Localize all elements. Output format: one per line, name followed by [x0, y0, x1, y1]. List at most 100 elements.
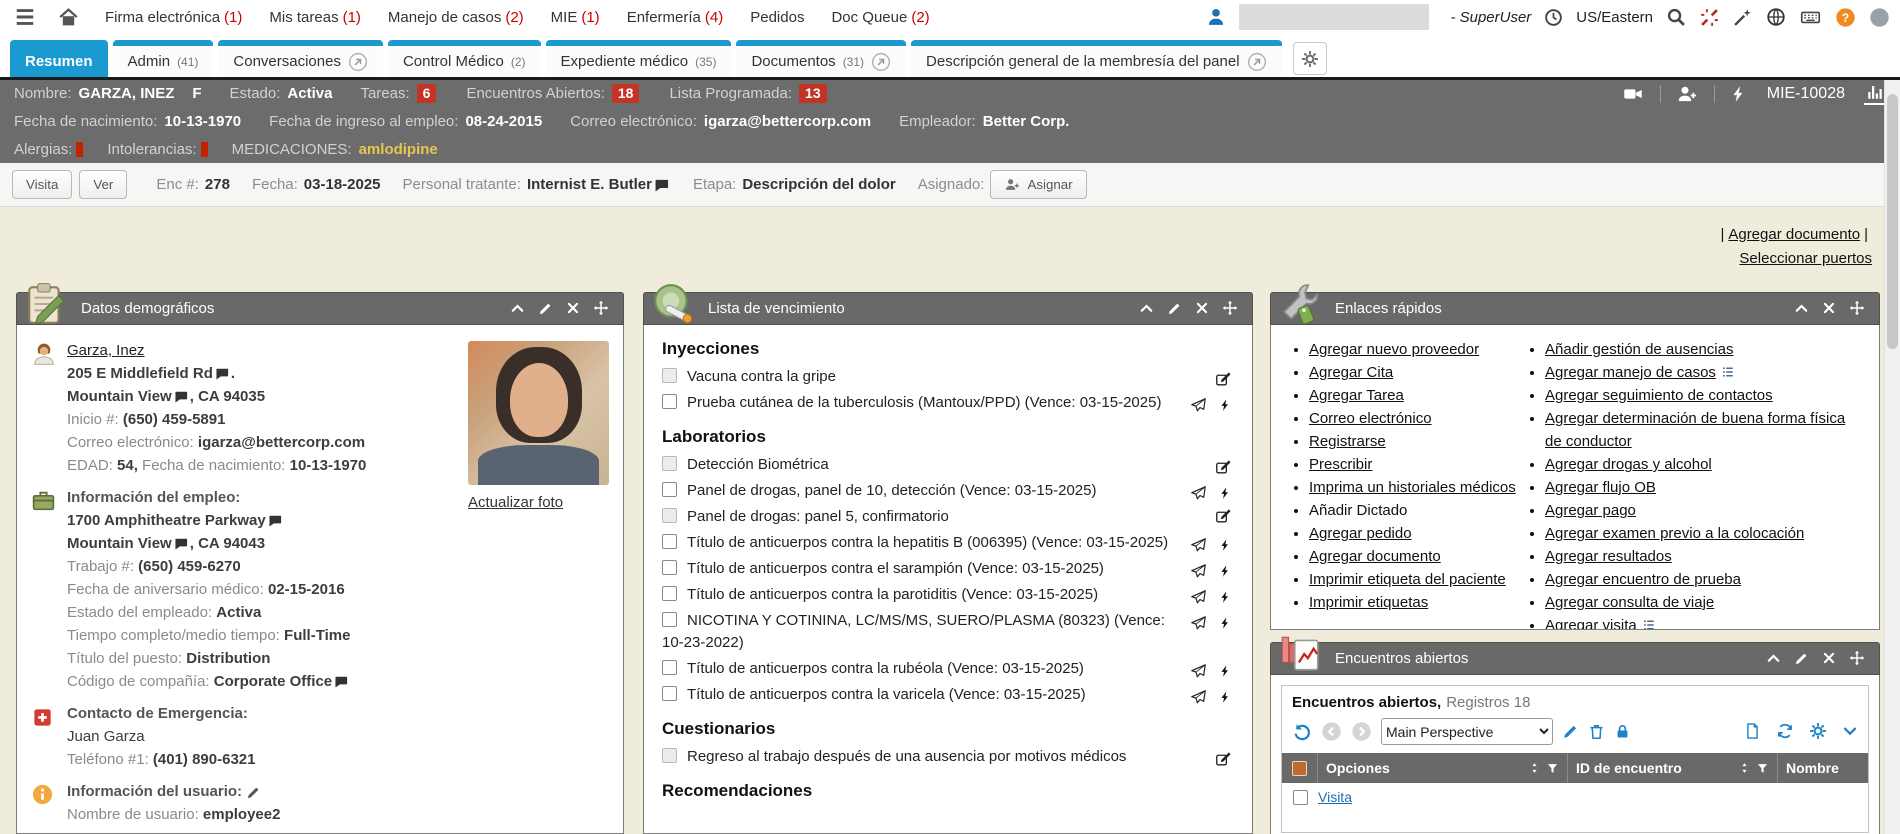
work-city-comment-bubble-icon[interactable] [174, 535, 188, 552]
link-agregar-documento[interactable]: Agregar documento [1309, 548, 1441, 565]
item-checkbox[interactable] [662, 586, 677, 601]
tab-control-medico[interactable]: Control Médico(2) [388, 40, 541, 77]
menu-pedidos[interactable]: Pedidos [750, 9, 804, 26]
link-agregar-pedido[interactable]: Agregar pedido [1309, 525, 1412, 542]
tareas-badge[interactable]: 6 [417, 84, 437, 103]
tab-admin[interactable]: Admin(41) [113, 40, 214, 77]
agregar-documento-link[interactable]: Agregar documento [1728, 226, 1860, 243]
grid-settings-gear-icon[interactable] [1809, 722, 1827, 740]
link-agregar-flujo-ob[interactable]: Agregar flujo OB [1545, 479, 1656, 496]
send-order-icon[interactable] [1190, 560, 1207, 582]
send-order-icon[interactable] [1190, 686, 1207, 708]
send-order-icon[interactable] [1190, 394, 1207, 416]
compose-order-icon[interactable] [1215, 748, 1232, 770]
external-link-icon[interactable] [1247, 52, 1267, 72]
link-agregar-tarea[interactable]: Agregar Tarea [1309, 387, 1404, 404]
link-imprimir-etiqueta-paciente[interactable]: Imprimir etiqueta del paciente [1309, 571, 1506, 588]
move-panel-icon[interactable] [593, 300, 609, 318]
provider-comment-bubble-icon[interactable] [654, 176, 669, 193]
wand-icon[interactable] [1733, 7, 1753, 27]
clock-icon[interactable] [1544, 8, 1563, 27]
row-visita-link[interactable]: Visita [1318, 789, 1352, 805]
refresh-icon[interactable] [1776, 722, 1794, 740]
filter-funnel-icon[interactable] [1546, 762, 1559, 775]
encuentros-abiertos-badge[interactable]: 18 [612, 84, 640, 103]
video-camera-icon[interactable] [1621, 84, 1645, 104]
vertical-scrollbar[interactable] [1884, 80, 1900, 834]
delete-perspective-icon[interactable] [1588, 723, 1605, 741]
help-icon[interactable] [1835, 7, 1856, 28]
edit-panel-icon[interactable] [1167, 300, 1182, 318]
menu-enfermeria[interactable]: Enfermería(4) [627, 9, 724, 26]
ver-button[interactable]: Ver [79, 170, 127, 199]
sort-icon[interactable] [1738, 761, 1751, 775]
external-link-icon[interactable] [871, 52, 891, 72]
home-icon[interactable] [58, 7, 79, 28]
intolerancias-alert-flag[interactable] [201, 142, 208, 157]
city-comment-bubble-icon[interactable] [174, 388, 188, 405]
lista-programada-badge[interactable]: 13 [799, 84, 827, 103]
link-agregar-resultados[interactable]: Agregar resultados [1545, 548, 1672, 565]
link-agregar-determinacion-conductor[interactable]: Agregar determinación de buena forma fís… [1545, 410, 1845, 450]
broken-link-icon[interactable] [1699, 7, 1720, 28]
link-correo-electronico[interactable]: Correo electrónico [1309, 410, 1432, 427]
item-checkbox[interactable] [662, 612, 677, 627]
quick-order-lightning-icon[interactable] [1219, 586, 1232, 608]
next-page-icon[interactable] [1351, 721, 1372, 742]
edit-user-info-icon[interactable] [246, 783, 261, 800]
move-panel-icon[interactable] [1849, 300, 1865, 318]
quick-order-lightning-icon[interactable] [1219, 394, 1232, 416]
select-all-checkbox[interactable] [1292, 761, 1307, 776]
link-agregar-cita[interactable]: Agregar Cita [1309, 364, 1393, 381]
collapse-icon[interactable] [1766, 650, 1781, 668]
undo-icon[interactable] [1292, 722, 1312, 742]
bar-chart-icon[interactable] [1864, 82, 1886, 104]
menu-doc-queue[interactable]: Doc Queue(2) [831, 9, 929, 26]
edit-perspective-icon[interactable] [1562, 723, 1579, 741]
item-checkbox[interactable] [662, 534, 677, 549]
tab-conversaciones[interactable]: Conversaciones [218, 40, 383, 77]
avatar-placeholder-icon[interactable] [1869, 7, 1890, 28]
link-registrarse[interactable]: Registrarse [1309, 433, 1386, 450]
address-comment-bubble-icon[interactable] [215, 365, 229, 382]
quick-order-lightning-icon[interactable] [1219, 660, 1232, 682]
close-panel-icon[interactable] [1195, 300, 1209, 318]
menu-firma-electronica[interactable]: Firma electrónica(1) [105, 9, 242, 26]
scrollbar-thumb[interactable] [1887, 94, 1898, 349]
compose-order-icon[interactable] [1215, 456, 1232, 478]
move-panel-icon[interactable] [1222, 300, 1238, 318]
link-imprimir-etiquetas[interactable]: Imprimir etiquetas [1309, 594, 1428, 611]
lightning-icon[interactable] [1730, 84, 1748, 104]
edit-panel-icon[interactable] [1794, 650, 1809, 668]
move-panel-icon[interactable] [1849, 650, 1865, 668]
edit-panel-icon[interactable] [538, 300, 553, 318]
menu-manejo-de-casos[interactable]: Manejo de casos(2) [388, 9, 524, 26]
tab-resumen[interactable]: Resumen [10, 40, 108, 77]
actualizar-foto-link[interactable]: Actualizar foto [468, 491, 609, 514]
quick-order-lightning-icon[interactable] [1219, 482, 1232, 504]
tab-descripcion-membresia-panel[interactable]: Descripción general de la membresía del … [911, 40, 1282, 77]
lock-perspective-icon[interactable] [1614, 723, 1631, 741]
previous-page-icon[interactable] [1321, 721, 1342, 742]
link-imprima-historiales-medicos[interactable]: Imprima un historiales médicos [1309, 479, 1516, 496]
globe-icon[interactable] [1766, 7, 1786, 27]
link-agregar-visita[interactable]: Agregar visita [1545, 617, 1637, 630]
compania-comment-bubble-icon[interactable] [334, 673, 348, 690]
item-checkbox[interactable] [662, 686, 677, 701]
link-agregar-pago[interactable]: Agregar pago [1545, 502, 1636, 519]
sort-icon[interactable] [1528, 761, 1541, 775]
close-panel-icon[interactable] [1822, 300, 1836, 318]
tab-expediente-medico[interactable]: Expediente médico(35) [546, 40, 732, 77]
filter-funnel-icon[interactable] [1756, 762, 1769, 775]
item-checkbox[interactable] [662, 560, 677, 575]
link-agregar-nuevo-proveedor[interactable]: Agregar nuevo proveedor [1309, 341, 1479, 358]
perspective-select[interactable]: Main Perspective [1381, 718, 1553, 745]
collapse-icon[interactable] [1139, 300, 1154, 318]
chevron-down-icon[interactable] [1842, 722, 1858, 740]
row-checkbox[interactable] [1293, 790, 1308, 805]
link-agregar-consulta-viaje[interactable]: Agregar consulta de viaje [1545, 594, 1714, 611]
column-header-id-de-encuentro[interactable]: ID de encuentro [1568, 753, 1778, 783]
list-icon[interactable] [1721, 365, 1735, 379]
column-header-opciones[interactable]: Opciones [1318, 753, 1568, 783]
send-order-icon[interactable] [1190, 586, 1207, 608]
